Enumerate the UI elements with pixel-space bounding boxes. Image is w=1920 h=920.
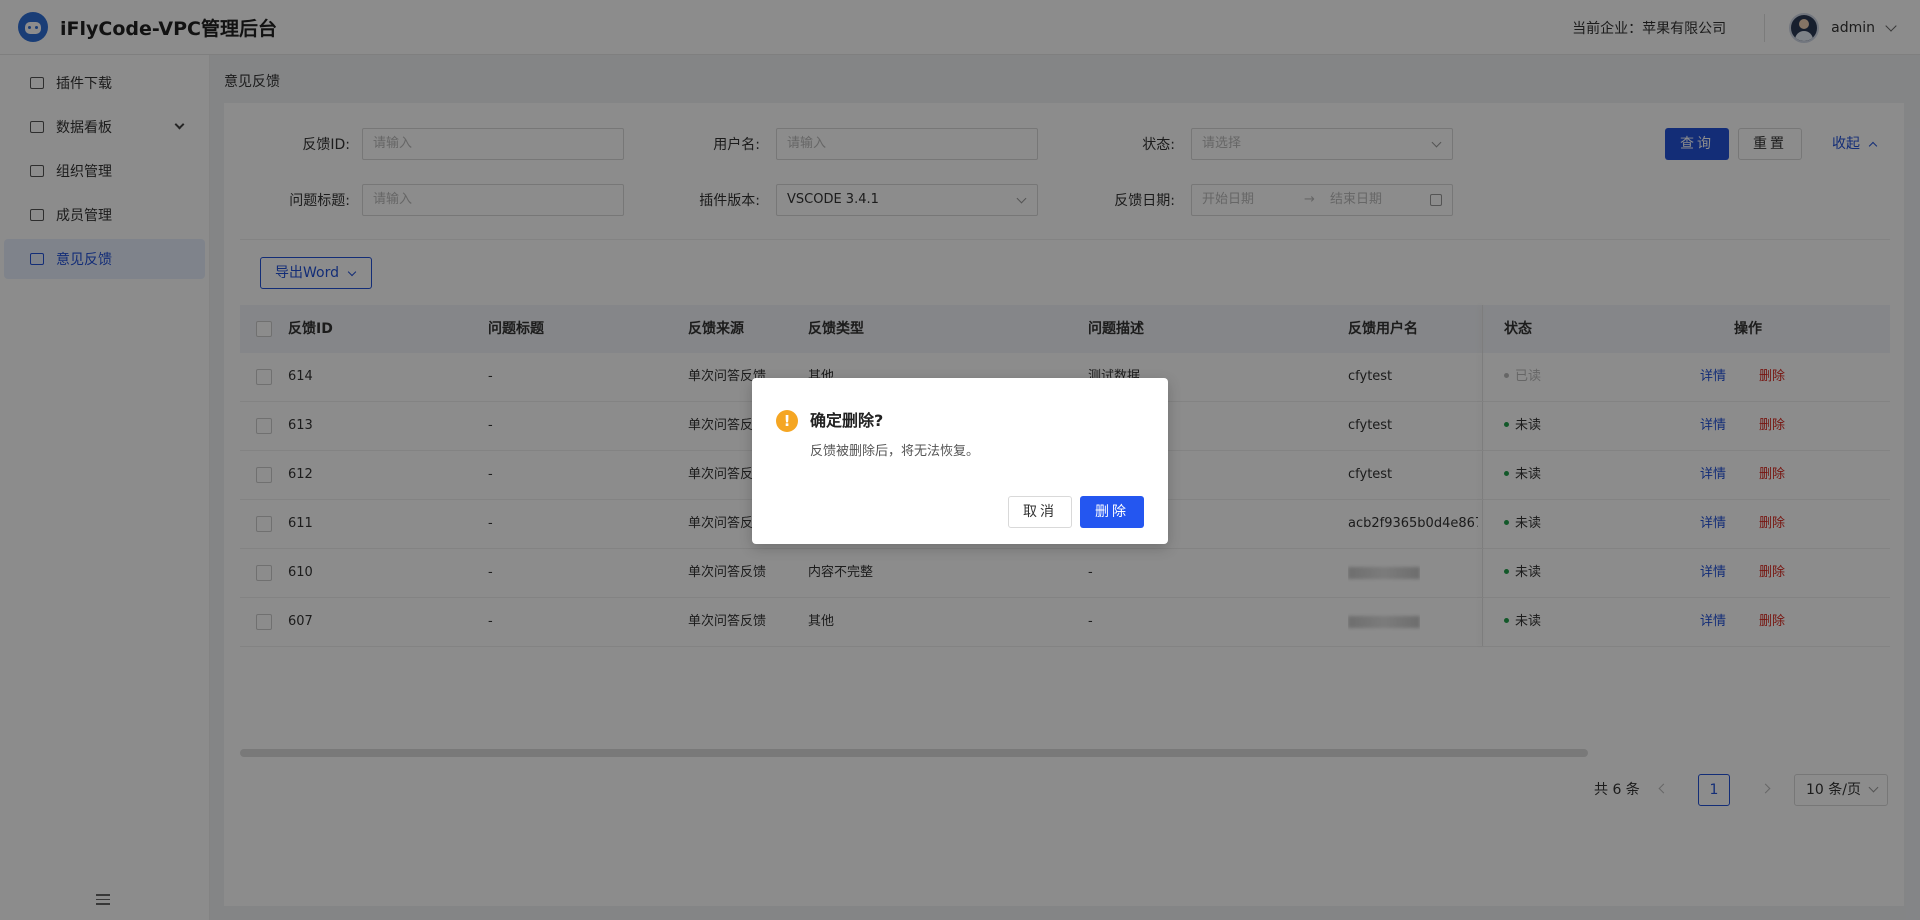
dialog-title: 确定删除? xyxy=(810,411,884,430)
dialog-message: 反馈被删除后，将无法恢复。 xyxy=(810,444,980,459)
cancel-button[interactable]: 取消 xyxy=(1008,496,1072,528)
warning-icon: ! xyxy=(776,410,798,432)
confirm-delete-dialog: ! 确定删除? 反馈被删除后，将无法恢复。 取消 删除 xyxy=(752,378,1168,544)
confirm-delete-button[interactable]: 删除 xyxy=(1080,496,1144,528)
